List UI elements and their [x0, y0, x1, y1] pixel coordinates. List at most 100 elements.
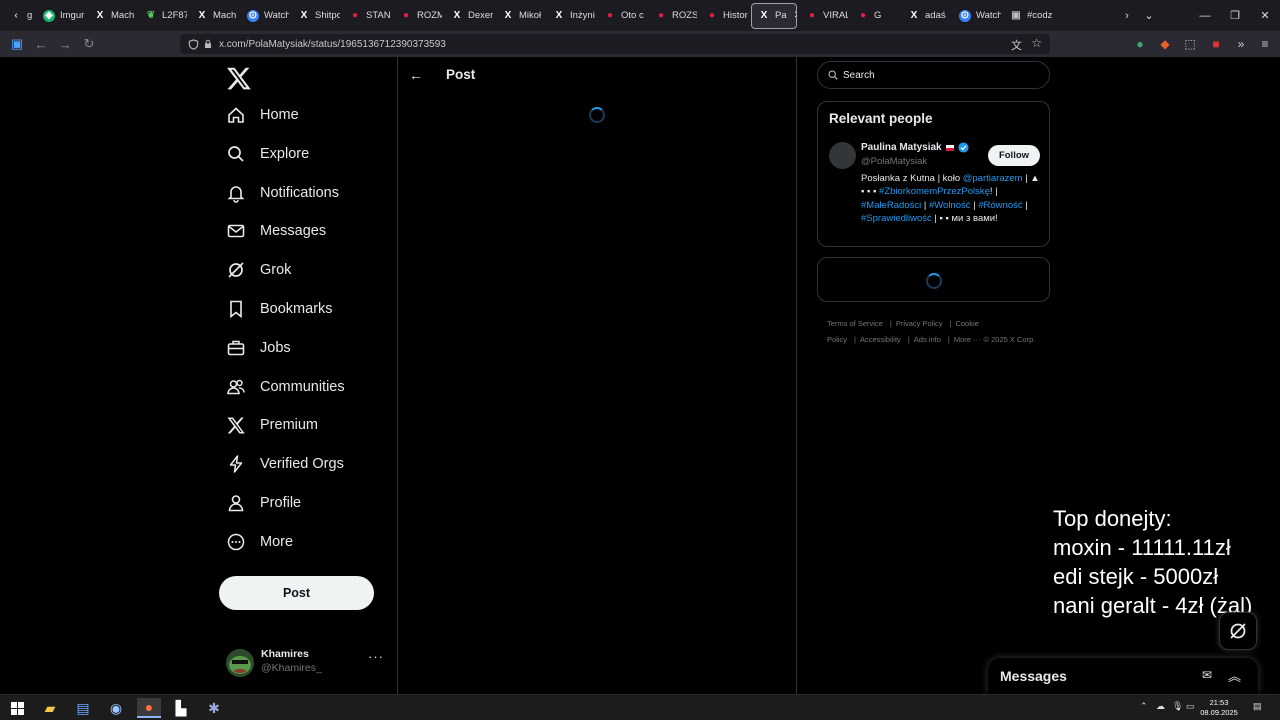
more-dots-icon[interactable]: ···	[368, 649, 384, 664]
sidebar-item-premium[interactable]: Premium	[226, 411, 318, 439]
browser-tab[interactable]: X Mikoł	[496, 3, 544, 29]
account-switcher[interactable]: Khamires @Khamires_ ···	[226, 647, 386, 683]
browser-tab[interactable]: X Mach	[190, 3, 238, 29]
browser-tab[interactable]: ● STAN	[343, 3, 391, 29]
post-button[interactable]: Post	[219, 576, 374, 610]
lightning-icon	[226, 454, 246, 474]
clock[interactable]: 21:53 08.09.2025	[1198, 698, 1240, 718]
browser-tab[interactable]: ◈ Imgur	[37, 3, 85, 29]
sidebar-item-home[interactable]: Home	[226, 101, 299, 129]
browser-tab[interactable]: ▣ #codz	[1004, 3, 1052, 29]
app-menu-icon[interactable]: ≡	[1253, 32, 1277, 56]
browser-tab[interactable]: X Shitpo	[292, 3, 340, 29]
person-avatar[interactable]	[829, 142, 856, 169]
forward-button[interactable]: →	[53, 32, 77, 56]
bio-link[interactable]: #Wolność	[929, 200, 971, 211]
scrollbar[interactable]	[1268, 57, 1280, 694]
minimize-button[interactable]: —	[1190, 0, 1220, 31]
extension-badge-icon[interactable]: ■	[1204, 32, 1228, 56]
browser-tab[interactable]: ● ROZST	[649, 3, 697, 29]
browser-tab[interactable]: ● G	[851, 3, 899, 29]
back-button[interactable]: ←	[29, 32, 53, 56]
footer-link[interactable]: More ···	[954, 335, 981, 344]
sidebar-item-verified-orgs[interactable]: Verified Orgs	[226, 450, 344, 478]
steam-icon[interactable]: ◉	[106, 698, 126, 718]
restore-button[interactable]: ❐	[1220, 0, 1250, 31]
sidebar-item-label: More	[260, 533, 294, 550]
sidebar-item-messages[interactable]: Messages	[226, 217, 326, 245]
close-window-button[interactable]: ✕	[1250, 0, 1280, 31]
translate-icon[interactable]: 文	[1011, 37, 1022, 53]
microphone-icon[interactable]: 🎙	[1172, 701, 1183, 712]
sidebar-item-notifications[interactable]: Notifications	[226, 179, 339, 207]
browser-tab[interactable]: ● VIRAL	[800, 3, 848, 29]
home-icon	[226, 105, 246, 125]
messages-drawer[interactable]: Messages ✉ ︽	[988, 658, 1258, 694]
sidebar-toggle-icon[interactable]: ▣	[5, 32, 29, 56]
footer-link[interactable]: © 2025 X Corp.	[984, 335, 1036, 344]
overflow-chevron-icon[interactable]: »	[1229, 32, 1253, 56]
footer-link[interactable]: Terms of Service	[827, 319, 883, 328]
bio-link[interactable]: #MałeRadości	[861, 200, 921, 211]
browser-tab[interactable]: X Inżyni	[547, 3, 595, 29]
extensions-puzzle-icon[interactable]: ⬚	[1178, 32, 1202, 56]
bio-link[interactable]: #ZbiorkomemPrzezPolskę	[879, 186, 990, 197]
app-icon[interactable]: ▤	[73, 698, 93, 718]
browser-tab[interactable]: ❦ L2F87	[139, 3, 187, 29]
new-message-icon[interactable]: ✉	[1202, 668, 1212, 682]
tool-app-icon[interactable]: ✱	[204, 698, 224, 718]
x-logo-icon[interactable]	[226, 65, 252, 91]
tab-label: Pa	[775, 10, 787, 21]
bookmark-star-icon[interactable]: ☆	[1031, 36, 1042, 50]
sidebar-item-explore[interactable]: Explore	[226, 140, 309, 168]
sidebar-item-profile[interactable]: Profile	[226, 489, 301, 517]
browser-tab[interactable]: ⊙ Watch	[953, 3, 1001, 29]
extension-fox-icon[interactable]: ◆	[1153, 32, 1177, 56]
sidebar-item-label: Premium	[260, 417, 319, 434]
footer-links: Terms of Service | Privacy Policy | Cookie P…	[827, 316, 1042, 348]
bio-link[interactable]: #Równość	[978, 200, 1022, 211]
grok-button[interactable]	[1219, 612, 1257, 650]
browser-tab[interactable]: X Mach	[88, 3, 136, 29]
tracking-shield-icon	[188, 38, 199, 50]
expand-chevron-icon[interactable]: ︽	[1228, 666, 1241, 685]
bio-link[interactable]: #Sprawiedliwość	[861, 213, 932, 224]
browser-tab[interactable]: ● Oto c	[598, 3, 646, 29]
browser-tab[interactable]: ‹ g	[4, 3, 34, 29]
browser-tab[interactable]: X Pa ✕	[751, 2, 797, 29]
bio-link[interactable]: @partiarazem	[963, 173, 1023, 184]
sidebar-item-more[interactable]: More	[226, 528, 293, 556]
browser-tab[interactable]: ● ROZM	[394, 3, 442, 29]
trends-card-loading	[817, 257, 1050, 302]
sidebar-item-grok[interactable]: Grok	[226, 256, 291, 284]
file-explorer-icon[interactable]: ▰	[40, 698, 60, 718]
browser-tab[interactable]: ⊙ Watch	[241, 3, 289, 29]
follow-button[interactable]: Follow	[988, 145, 1040, 166]
footer-link[interactable]: Privacy Policy	[896, 319, 943, 328]
sidebar-item-bookmarks[interactable]: Bookmarks	[226, 295, 333, 323]
reload-button[interactable]: ↻	[77, 32, 101, 56]
firefox-icon[interactable]: ●	[137, 698, 161, 718]
search-icon	[226, 144, 246, 164]
sidebar-item-communities[interactable]: Communities	[226, 373, 345, 401]
footer-link[interactable]: Accessibility	[860, 335, 901, 344]
extension-shield-icon[interactable]: ●	[1128, 32, 1152, 56]
bio-text: |	[921, 199, 929, 211]
sidebar-item-jobs[interactable]: Jobs	[226, 334, 291, 362]
tray-chevron-icon[interactable]: ⌃	[1140, 701, 1148, 712]
tab-list-chevron-icon[interactable]: ⌄	[1134, 0, 1164, 31]
windows-start-icon[interactable]	[7, 698, 27, 718]
network-icon[interactable]: ▭	[1186, 701, 1195, 712]
person-name-row[interactable]: Paulina Matysiak	[861, 142, 969, 153]
search-input[interactable]: Search	[817, 61, 1050, 89]
close-tab-icon[interactable]: ✕	[794, 10, 796, 21]
streaming-app-icon[interactable]: ▙	[171, 698, 191, 718]
browser-tab[interactable]: X Dexer	[445, 3, 493, 29]
back-arrow-icon[interactable]: ←	[409, 67, 423, 83]
cloud-icon[interactable]: ☁	[1156, 701, 1165, 712]
browser-tab[interactable]: Xadaś	[902, 3, 950, 29]
footer-link[interactable]: Ads info	[914, 335, 941, 344]
browser-tab[interactable]: ● Histor	[700, 3, 748, 29]
url-bar[interactable]: x.com/PolaMatysiak/status/19651367123903…	[180, 34, 1050, 54]
notifications-icon[interactable]: ▤	[1253, 701, 1262, 712]
